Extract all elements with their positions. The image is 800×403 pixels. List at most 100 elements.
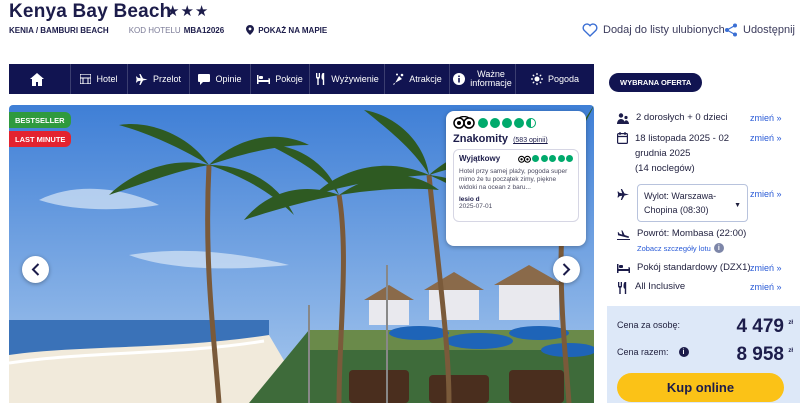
price-total-currency: zł: [788, 348, 793, 354]
change-board-link[interactable]: zmień »: [750, 282, 782, 292]
return-row: Powrót: Mombasa (22:00): [617, 228, 746, 240]
show-on-map-link[interactable]: POKAŻ NA MAPIE: [246, 25, 327, 35]
review-bubble: [557, 155, 565, 162]
price-total-label: Cena razem:: [617, 347, 669, 357]
return-text: Powrót: Mombasa (22:00): [637, 228, 747, 239]
next-photo-button[interactable]: [553, 256, 580, 283]
plane-icon: [135, 73, 148, 85]
rating-bubble-full: [514, 117, 524, 128]
nav-flight-label: Przelot: [152, 74, 181, 84]
share-button[interactable]: Udostępnij: [724, 23, 795, 37]
nav-important-info-label: Ważne informacje: [470, 70, 512, 88]
room-text: Pokój standardowy (DZX1): [637, 262, 751, 273]
board-row: All Inclusive: [617, 281, 685, 294]
price-per-person-value: 4 479: [736, 316, 784, 337]
guests-row: 2 dorosłych + 0 dzieci: [617, 112, 728, 124]
nav-weather[interactable]: Pogoda: [516, 64, 594, 94]
nav-hotel[interactable]: Hotel: [71, 64, 128, 94]
nav-board-label: Wyżywienie: [331, 74, 379, 84]
bestseller-badge: BESTSELLER: [9, 112, 71, 128]
nav-attractions-label: Atrakcje: [409, 74, 442, 84]
nav-reviews-label: Opinie: [215, 74, 242, 84]
bed-icon: [617, 264, 630, 273]
review-bubble: [540, 155, 548, 162]
change-room-link[interactable]: zmień »: [750, 263, 782, 273]
nav-rooms[interactable]: Pokoje: [251, 64, 310, 94]
review-date: 2025-07-01: [459, 203, 493, 210]
dates-line2: grudnia 2025: [635, 148, 691, 159]
tripadvisor-review-card[interactable]: Znakomity (583 opinii) Wyjątkowy Hotel p…: [446, 111, 586, 246]
plane-departure-icon: [617, 189, 629, 200]
room-row: Pokój standardowy (DZX1): [617, 262, 751, 273]
chevron-left-icon: [31, 263, 40, 276]
overall-rating: Znakomity (583 opinii): [453, 133, 579, 145]
departure-row: [617, 188, 637, 200]
review-author: lesio d: [459, 196, 480, 203]
guests-text: 2 dorosłych + 0 dzieci: [636, 112, 728, 123]
overall-rating-label: Znakomity: [453, 133, 509, 145]
rating-bubble-full: [502, 117, 512, 128]
hotel-location[interactable]: KENIA / BAMBURI BEACH: [9, 26, 109, 35]
change-guests-link[interactable]: zmień »: [750, 113, 782, 123]
departure-select[interactable]: Wylot: Warszawa- Chopina (08:30) ▼: [637, 184, 748, 222]
review-text: Hotel przy samej plaży, pogoda super mim…: [459, 168, 568, 191]
review-bubble: [566, 155, 573, 162]
hotel-code: MBA12026: [183, 25, 225, 35]
nav-hotel-label: Hotel: [96, 74, 118, 84]
add-to-favorites-label: Dodaj do listy ulubionych: [603, 24, 725, 36]
change-departure-link[interactable]: zmień »: [750, 189, 782, 199]
review-title: Wyjątkowy: [459, 154, 501, 163]
share-icon: [725, 23, 737, 37]
rating-bubble-half: [526, 117, 536, 128]
buy-online-button[interactable]: Kup online: [617, 373, 784, 402]
price-panel: Cena za osobę: 4 479 zł Cena razem: i 8 …: [607, 306, 800, 403]
hotel-code-label: KOD HOTELU: [128, 25, 181, 35]
flight-details-label: Zobacz szczegóły lotu: [637, 243, 711, 253]
nav-rooms-label: Pokoje: [275, 74, 303, 84]
nav-home[interactable]: [9, 64, 71, 94]
change-dates-link[interactable]: zmień »: [750, 133, 782, 143]
price-per-person-currency: zł: [788, 320, 793, 326]
rating-bubble-full: [490, 117, 500, 128]
cutlery-icon: [316, 73, 325, 85]
hotel-title: Kenya Bay Beach: [9, 1, 172, 22]
plane-arrival-icon: [617, 230, 630, 240]
nav-reviews[interactable]: Opinie: [190, 64, 251, 94]
nav-board[interactable]: Wyżywienie: [310, 64, 385, 94]
attractions-icon: [393, 73, 404, 85]
add-to-favorites-button[interactable]: Dodaj do listy ulubionych: [582, 23, 725, 37]
review-bubble: [532, 155, 539, 162]
reviews-count-link[interactable]: (583 opinii): [513, 137, 548, 144]
comment-icon: [198, 73, 211, 85]
last-minute-badge: LAST MINUTE: [9, 131, 72, 147]
dates-line1: 18 listopada 2025 - 02: [635, 133, 730, 144]
sun-icon: [530, 73, 543, 85]
departure-line1: Wylot: Warszawa-: [644, 191, 717, 201]
nav-attractions[interactable]: Atrakcje: [385, 64, 450, 94]
nav-important-info[interactable]: Ważne informacje: [450, 64, 516, 94]
previous-photo-button[interactable]: [22, 256, 49, 283]
heart-icon: [582, 23, 598, 37]
hotel-meta: KENIA / BAMBURI BEACH KOD HOTELU MBA1202…: [9, 25, 327, 35]
info-icon[interactable]: i: [678, 347, 689, 357]
nav-flight[interactable]: Przelot: [128, 64, 190, 94]
flight-details-link[interactable]: Zobacz szczegóły lotu i: [637, 243, 724, 253]
cutlery-icon: [618, 282, 627, 294]
map-pin-icon: [246, 25, 255, 35]
section-nav: Hotel Przelot Opinie Pokoje Wyżywienie A…: [9, 64, 594, 94]
hotel-photo-gallery[interactable]: BESTSELLER LAST MINUTE Znakomity (583 op…: [9, 105, 594, 403]
home-icon: [30, 72, 44, 86]
bed-icon: [257, 75, 271, 84]
price-per-person-label: Cena za osobę:: [617, 320, 681, 330]
review-score: [517, 155, 573, 163]
rating-bubble-full: [478, 117, 488, 128]
board-text: All Inclusive: [635, 281, 686, 292]
review-bubble: [549, 155, 556, 162]
tripadvisor-owl-icon: [517, 155, 531, 163]
selected-offer-label: WYBRANA OFERTA: [609, 73, 703, 92]
info-icon: i: [713, 243, 724, 253]
nav-important-info-line2: informacje: [470, 78, 512, 88]
calendar-icon: [617, 132, 628, 144]
review-excerpt: Wyjątkowy Hotel przy samej plaży, pogoda…: [453, 149, 579, 222]
price-total-value: 8 958: [736, 344, 784, 365]
